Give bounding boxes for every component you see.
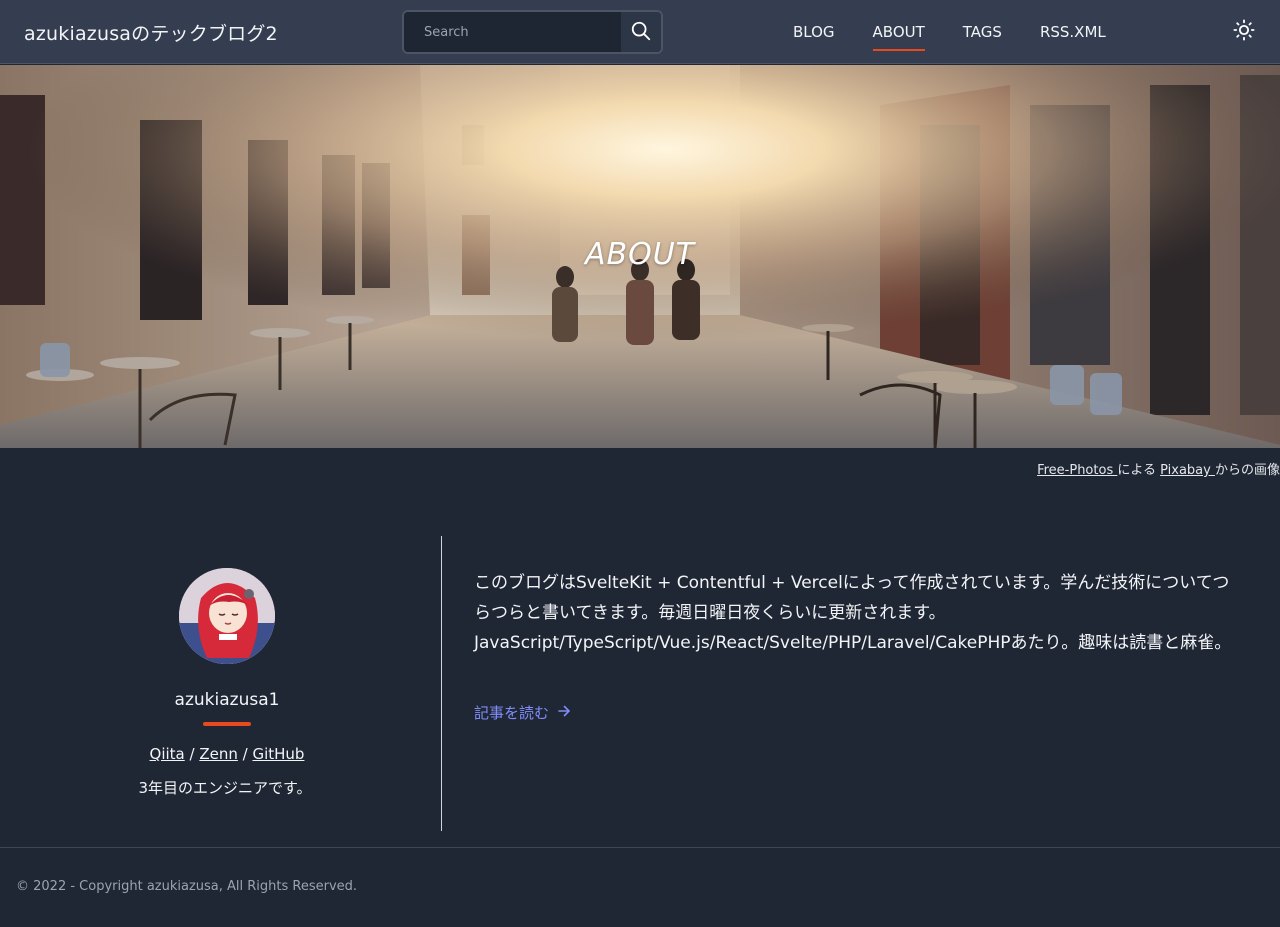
nav-item-about[interactable]: ABOUT (854, 0, 944, 64)
footer-divider (0, 847, 1280, 848)
search-box (402, 10, 663, 54)
search-icon (630, 20, 652, 45)
credit-suffix: からの画像 (1214, 463, 1280, 478)
hero-banner: ABOUT (0, 65, 1280, 448)
profile-bio: 3年目のエンジニアです。 (138, 779, 312, 797)
arrow-right-icon (557, 704, 571, 722)
avatar (179, 568, 275, 664)
profile-links: Qiita / Zenn / GitHub (0, 745, 454, 763)
read-articles-link[interactable]: 記事を読む (474, 702, 571, 723)
link-separator: / (184, 745, 200, 763)
theme-toggle-button[interactable] (1231, 19, 1257, 45)
about-description: このブログはSvelteKit + Contentful + Vercelによっ… (474, 573, 1232, 653)
github-link[interactable]: GitHub (252, 745, 304, 763)
search-input[interactable] (404, 12, 622, 52)
nav-item-tags[interactable]: TAGS (944, 0, 1021, 64)
qiita-link[interactable]: Qiita (150, 745, 185, 763)
credit-author-link[interactable]: Free-Photos (1037, 463, 1117, 478)
read-more-label: 記事を読む (474, 704, 550, 722)
username-underline (203, 722, 251, 726)
nav-item-blog[interactable]: BLOG (774, 0, 854, 64)
nav-item-rss[interactable]: RSS.XML (1021, 0, 1125, 64)
profile-card: azukiazusa1 Qiita / Zenn / GitHub 3年目のエン… (0, 536, 441, 831)
site-title-link[interactable]: azukiazusaのテックブログ2 (24, 19, 278, 46)
footer-copyright: © 2022 - Copyright azukiazusa, All Right… (16, 879, 358, 894)
zenn-link[interactable]: Zenn (199, 745, 238, 763)
image-credit: Free-Photos による Pixabay からの画像 (1037, 459, 1280, 478)
main-nav: BLOG ABOUT TAGS RSS.XML (774, 0, 1125, 64)
sun-icon (1233, 19, 1255, 45)
profile-username: azukiazusa1 (174, 690, 280, 710)
hero-title: ABOUT (585, 237, 695, 272)
credit-by-text: による (1117, 463, 1161, 478)
column-divider (441, 536, 442, 831)
credit-site-link[interactable]: Pixabay (1160, 463, 1215, 478)
link-separator: / (237, 745, 253, 763)
search-button[interactable] (621, 12, 661, 52)
site-header: azukiazusaのテックブログ2 BLOG ABOUT TAGS RSS.X… (0, 0, 1280, 64)
